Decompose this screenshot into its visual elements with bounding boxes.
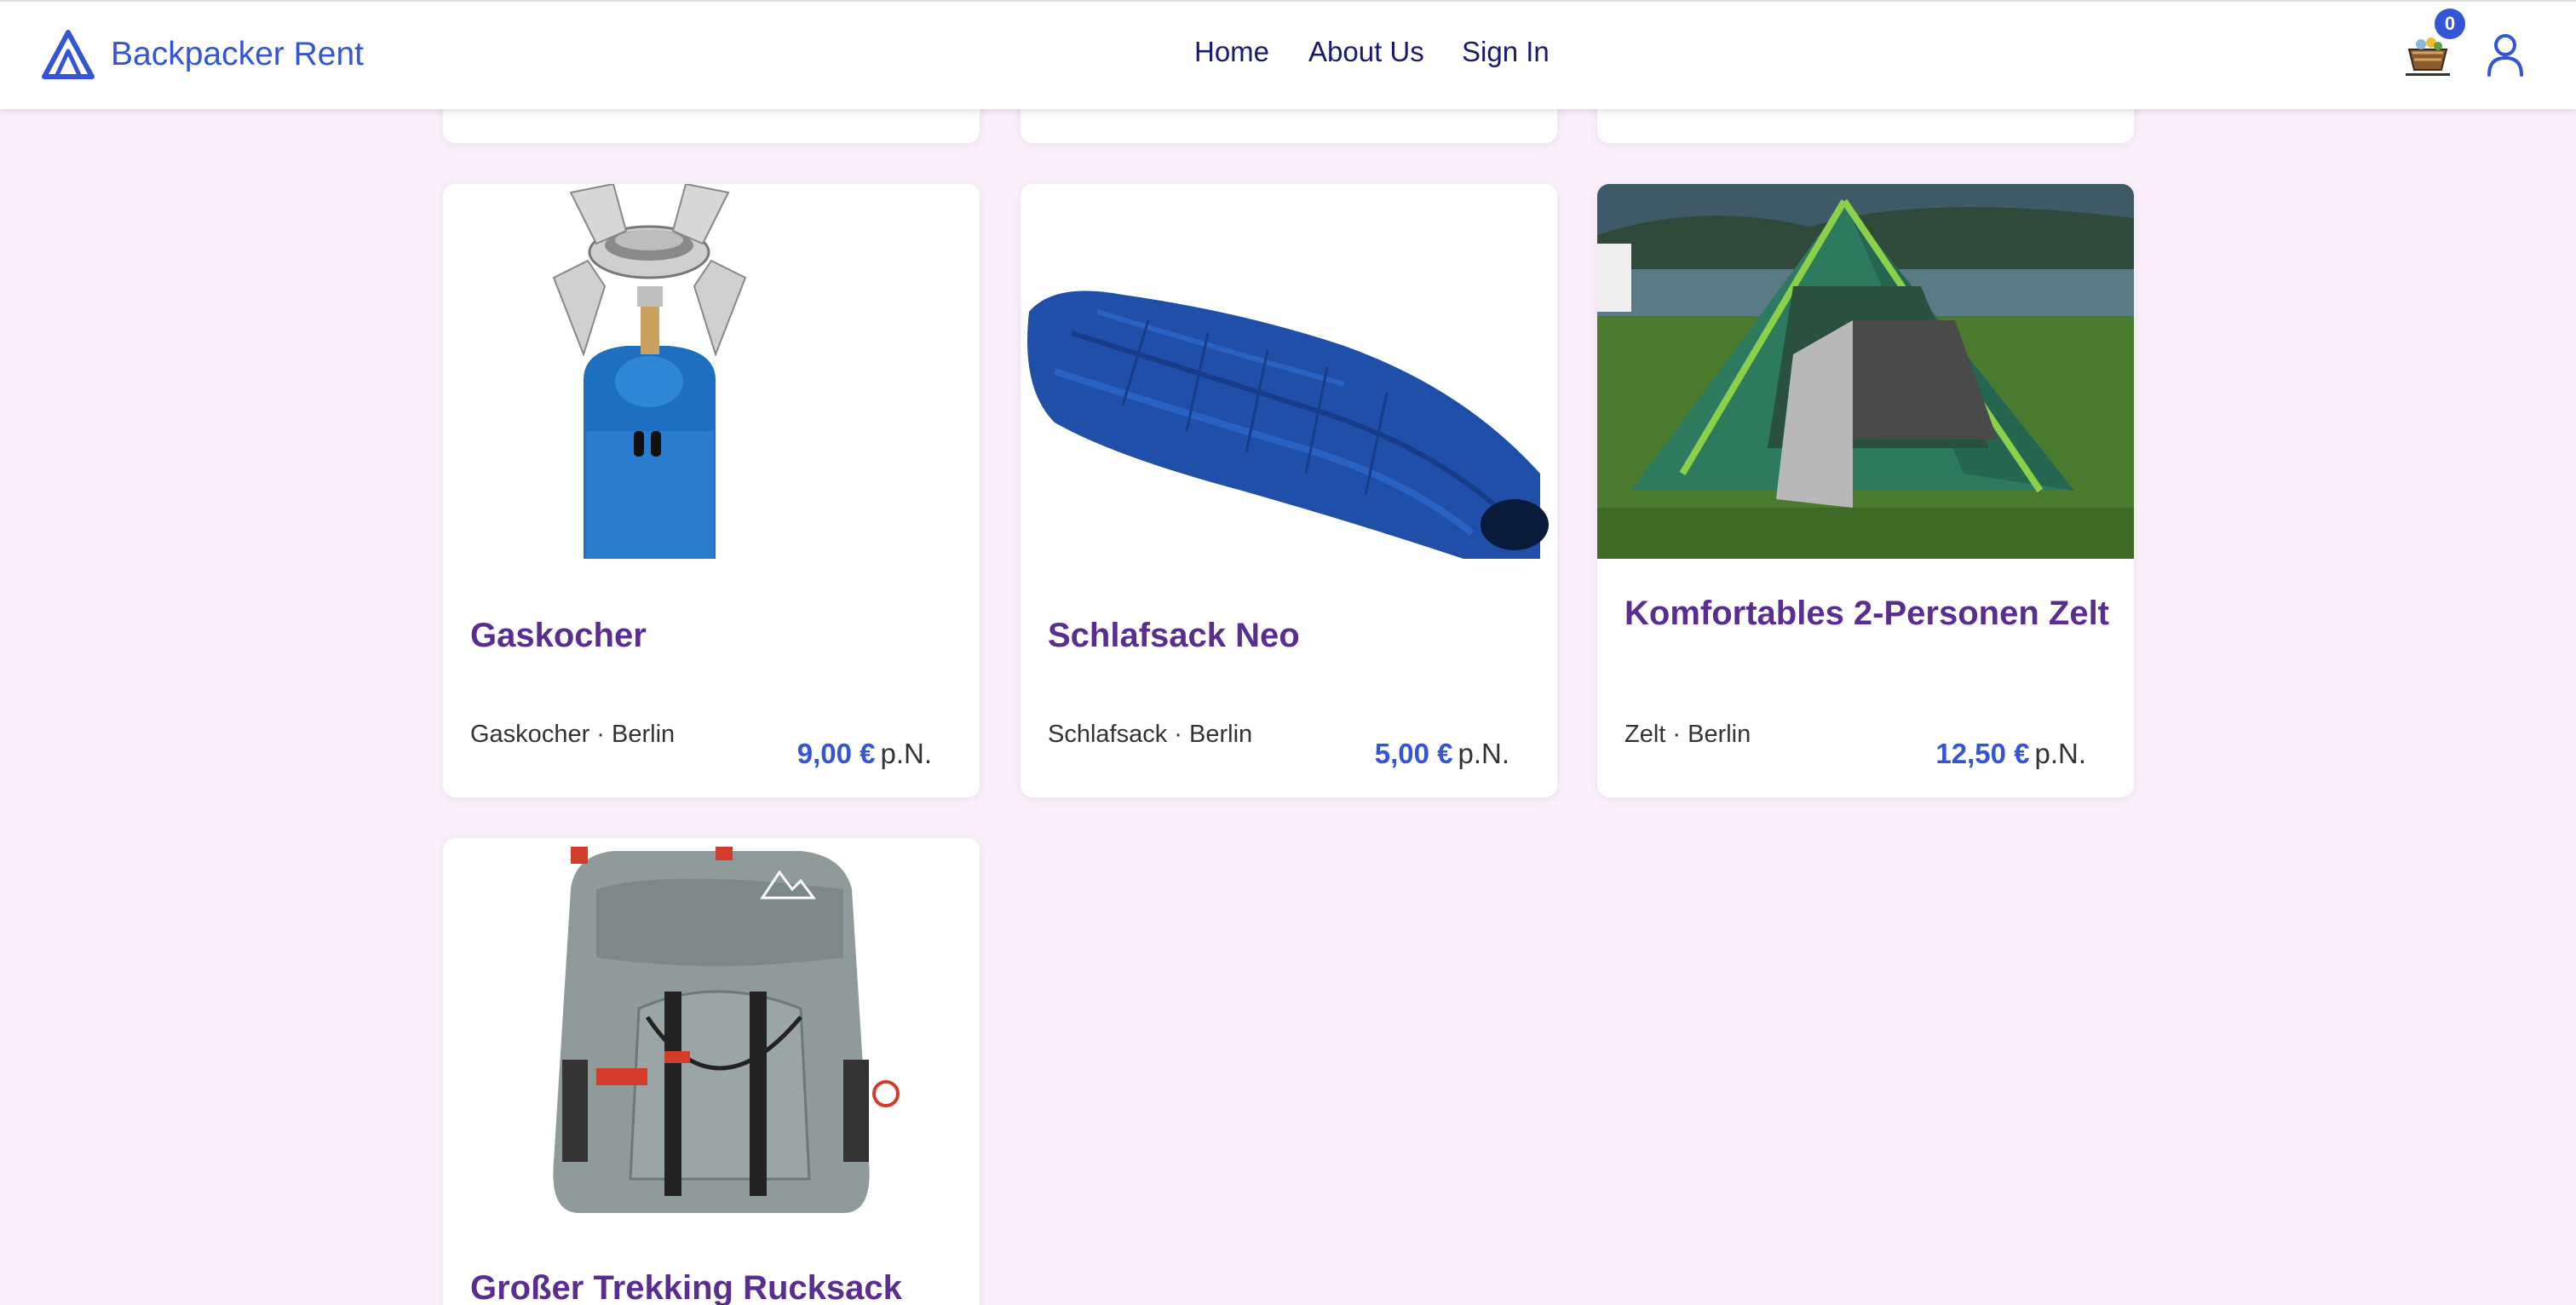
nav-about-us[interactable]: About Us bbox=[1308, 36, 1445, 68]
product-meta: Zelt · Berlin bbox=[1624, 721, 1751, 748]
user-icon[interactable] bbox=[2484, 32, 2527, 77]
product-title[interactable]: Schlafsack Neo bbox=[1048, 613, 1533, 658]
product-title[interactable]: Großer Trekking Rucksack bbox=[470, 1266, 956, 1305]
brand-name: Backpacker Rent bbox=[111, 36, 364, 72]
product-title[interactable]: Komfortables 2-Personen Zelt bbox=[1624, 591, 2110, 635]
product-image-backpack bbox=[443, 838, 980, 1213]
product-title[interactable]: Gaskocher bbox=[470, 613, 956, 658]
triangle-logo-icon bbox=[42, 30, 95, 79]
cart-count-badge: 0 bbox=[2435, 9, 2465, 39]
price-unit: p.N. bbox=[2034, 738, 2086, 769]
product-image-tent bbox=[1597, 184, 2134, 559]
product-card[interactable]: Gaskocher Gaskocher · Berlin 9,00 € p.N. bbox=[443, 184, 980, 797]
brand-link[interactable]: Backpacker Rent bbox=[41, 27, 364, 82]
product-meta: Schlafsack · Berlin bbox=[1048, 721, 1253, 748]
product-price: 12,50 € p.N. bbox=[1935, 738, 2086, 770]
product-card[interactable]: Komfortables 2-Personen Zelt Zelt · Berl… bbox=[1597, 184, 2134, 797]
price-amount: 9,00 € bbox=[796, 738, 876, 769]
product-price: 5,00 € p.N. bbox=[1375, 738, 1509, 770]
price-amount: 12,50 € bbox=[1935, 738, 2030, 769]
product-card[interactable]: Schlafsack Neo Schlafsack · Berlin 5,00 … bbox=[1021, 184, 1557, 797]
price-unit: p.N. bbox=[880, 738, 932, 769]
product-card[interactable]: Großer Trekking Rucksack bbox=[443, 838, 980, 1305]
product-price: 9,00 € p.N. bbox=[797, 738, 932, 770]
top-navbar: Backpacker Rent Home About Us Sign In 0 bbox=[0, 0, 2576, 109]
product-image-sleeping-bag bbox=[1021, 184, 1557, 559]
product-image-gas-stove bbox=[443, 184, 980, 559]
nav-home[interactable]: Home bbox=[1194, 36, 1314, 68]
price-amount: 5,00 € bbox=[1374, 738, 1453, 769]
price-unit: p.N. bbox=[1458, 738, 1509, 769]
nav-sign-in[interactable]: Sign In bbox=[1462, 36, 1581, 68]
product-meta: Gaskocher · Berlin bbox=[470, 721, 676, 748]
